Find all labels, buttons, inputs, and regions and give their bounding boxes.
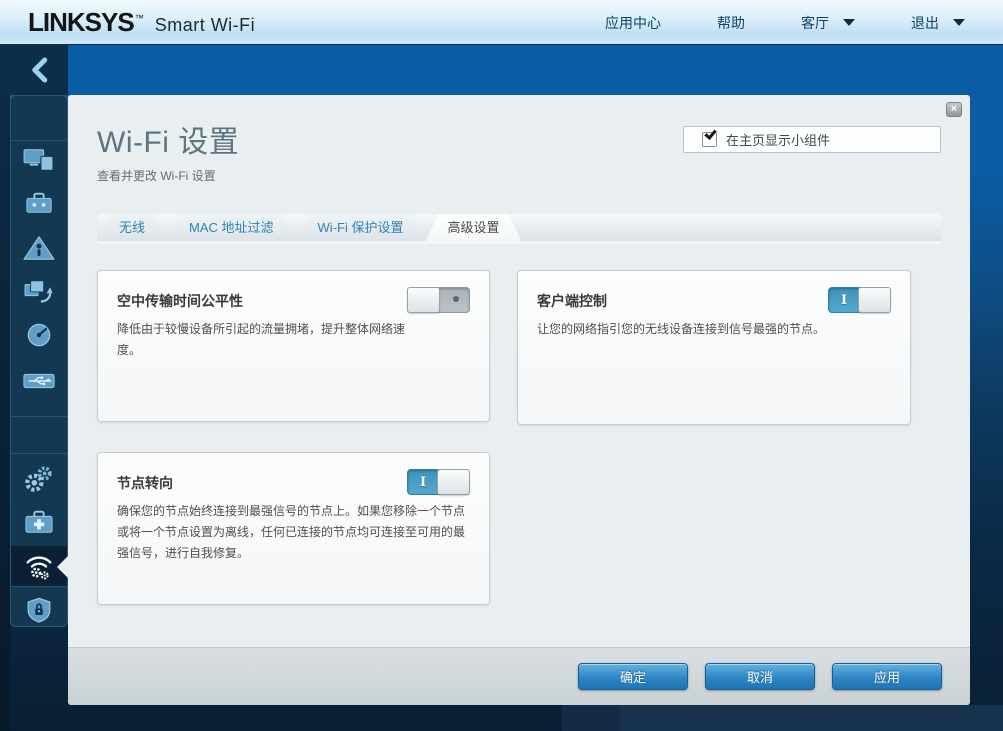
sidebar-item-security[interactable]: [11, 590, 67, 630]
sidebar-navigation: [10, 95, 68, 627]
sidebar-item-guest-access[interactable]: [11, 183, 67, 223]
security-icon: [27, 597, 51, 623]
media-prioritization-icon: [24, 280, 53, 303]
node-steering-toggle[interactable]: I: [407, 469, 470, 495]
troubleshooting-icon: [25, 510, 53, 533]
dimmed-background-panel: [620, 705, 1003, 731]
chevron-left-icon: [32, 57, 48, 83]
show-widget-checkbox[interactable]: [702, 127, 717, 147]
card-title: 空中传输时间公平性: [117, 293, 243, 309]
card-client-steering: 客户端控制 I 让您的网络指引您的无线设备连接到信号最强的节点。: [517, 270, 911, 425]
product-name: Smart Wi-Fi: [154, 14, 256, 35]
wifi-settings-modal: × Wi-Fi 设置 查看并更改 Wi-Fi 设置 在主页显示小组件 无线 MA…: [68, 95, 970, 705]
card-description: 让您的网络指引您的无线设备连接到信号最强的节点。: [537, 322, 826, 336]
toggle-on-indicator: I: [420, 475, 427, 490]
left-edge-strip: [0, 45, 10, 731]
nav-help[interactable]: 帮助: [717, 13, 745, 33]
chevron-down-icon: [953, 19, 965, 26]
apply-button[interactable]: 应用: [832, 663, 942, 690]
toggle-on-indicator: I: [841, 293, 848, 308]
modal-footer: 确定 取消 应用: [68, 647, 970, 705]
toggle-off-indicator: [453, 296, 459, 302]
sidebar-item-media-prioritization[interactable]: [11, 271, 67, 311]
tab-mac-filtering[interactable]: MAC 地址过滤: [167, 214, 296, 241]
nav-app-center[interactable]: 应用中心: [605, 13, 661, 33]
card-description: 降低由于较慢设备所引起的流量拥堵，提升整体网络速度。: [117, 322, 406, 357]
external-storage-icon: [23, 373, 55, 389]
sidebar-collapse-button[interactable]: [26, 55, 56, 85]
toggle-handle: [437, 469, 470, 495]
chevron-down-icon: [843, 19, 855, 26]
sidebar-item-speed-test[interactable]: [11, 315, 67, 355]
sidebar-item-devices[interactable]: [11, 140, 67, 180]
card-node-steering: 节点转向 I 确保您的节点始终连接到最强信号的节点上。如果您移除一个节点或将一个…: [97, 452, 490, 605]
sidebar-item-troubleshooting[interactable]: [11, 502, 67, 542]
speed-test-icon: [27, 323, 51, 347]
wifi-settings-icon: [26, 556, 52, 580]
card-title: 节点转向: [117, 475, 173, 491]
ok-button[interactable]: 确定: [578, 663, 688, 690]
show-widget-panel: 在主页显示小组件: [683, 126, 941, 153]
toggle-handle: [858, 287, 891, 313]
card-airtime-fairness: 空中传输时间公平性 降低由于较慢设备所引起的流量拥堵，提升整体网络速度。: [97, 270, 490, 422]
parental-controls-icon: [23, 236, 55, 260]
tab-wireless[interactable]: 无线: [97, 214, 167, 241]
close-icon[interactable]: ×: [946, 102, 962, 117]
show-widget-label: 在主页显示小组件: [726, 133, 831, 148]
sidebar-divider: [11, 586, 67, 587]
tab-bar: 无线 MAC 地址过滤 Wi-Fi 保护设置 高级设置: [97, 214, 941, 244]
trademark: ™: [134, 12, 144, 23]
checkmark-icon: [704, 127, 717, 140]
top-header-bar: LINKSYS™ Smart Wi-Fi 应用中心 帮助 客厅 退出: [0, 0, 1003, 45]
nav-logout-dropdown[interactable]: 退出: [911, 13, 965, 33]
page-subtitle: 查看并更改 Wi-Fi 设置: [97, 169, 216, 183]
sidebar-item-external-storage[interactable]: [11, 361, 67, 401]
sidebar-item-connectivity[interactable]: [11, 459, 67, 499]
cancel-button[interactable]: 取消: [705, 663, 815, 690]
connectivity-icon: [25, 466, 52, 492]
airtime-fairness-toggle[interactable]: [407, 287, 470, 313]
linksys-logo: LINKSYS™: [28, 6, 144, 37]
active-item-pointer: [57, 556, 68, 578]
tab-wifi-protected-setup[interactable]: Wi-Fi 保护设置: [296, 214, 426, 241]
sidebar-item-parental-controls[interactable]: [11, 228, 67, 268]
brand-logo: LINKSYS™ Smart Wi-Fi: [0, 7, 255, 38]
card-title: 客户端控制: [537, 293, 607, 309]
sidebar-divider: [11, 416, 67, 417]
sidebar-divider: [11, 453, 67, 454]
client-steering-toggle[interactable]: I: [828, 287, 891, 313]
top-navigation: 应用中心 帮助 客厅 退出: [605, 0, 1003, 45]
devices-icon: [23, 149, 54, 171]
nav-router-name-dropdown[interactable]: 客厅: [801, 13, 855, 33]
toggle-handle: [407, 287, 440, 313]
guest-access-icon: [26, 192, 52, 213]
card-description: 确保您的节点始终连接到最强信号的节点上。如果您移除一个节点或将一个节点设置为离线…: [117, 504, 466, 560]
tab-advanced-settings[interactable]: 高级设置: [425, 214, 521, 241]
page-title: Wi-Fi 设置: [97, 126, 240, 159]
